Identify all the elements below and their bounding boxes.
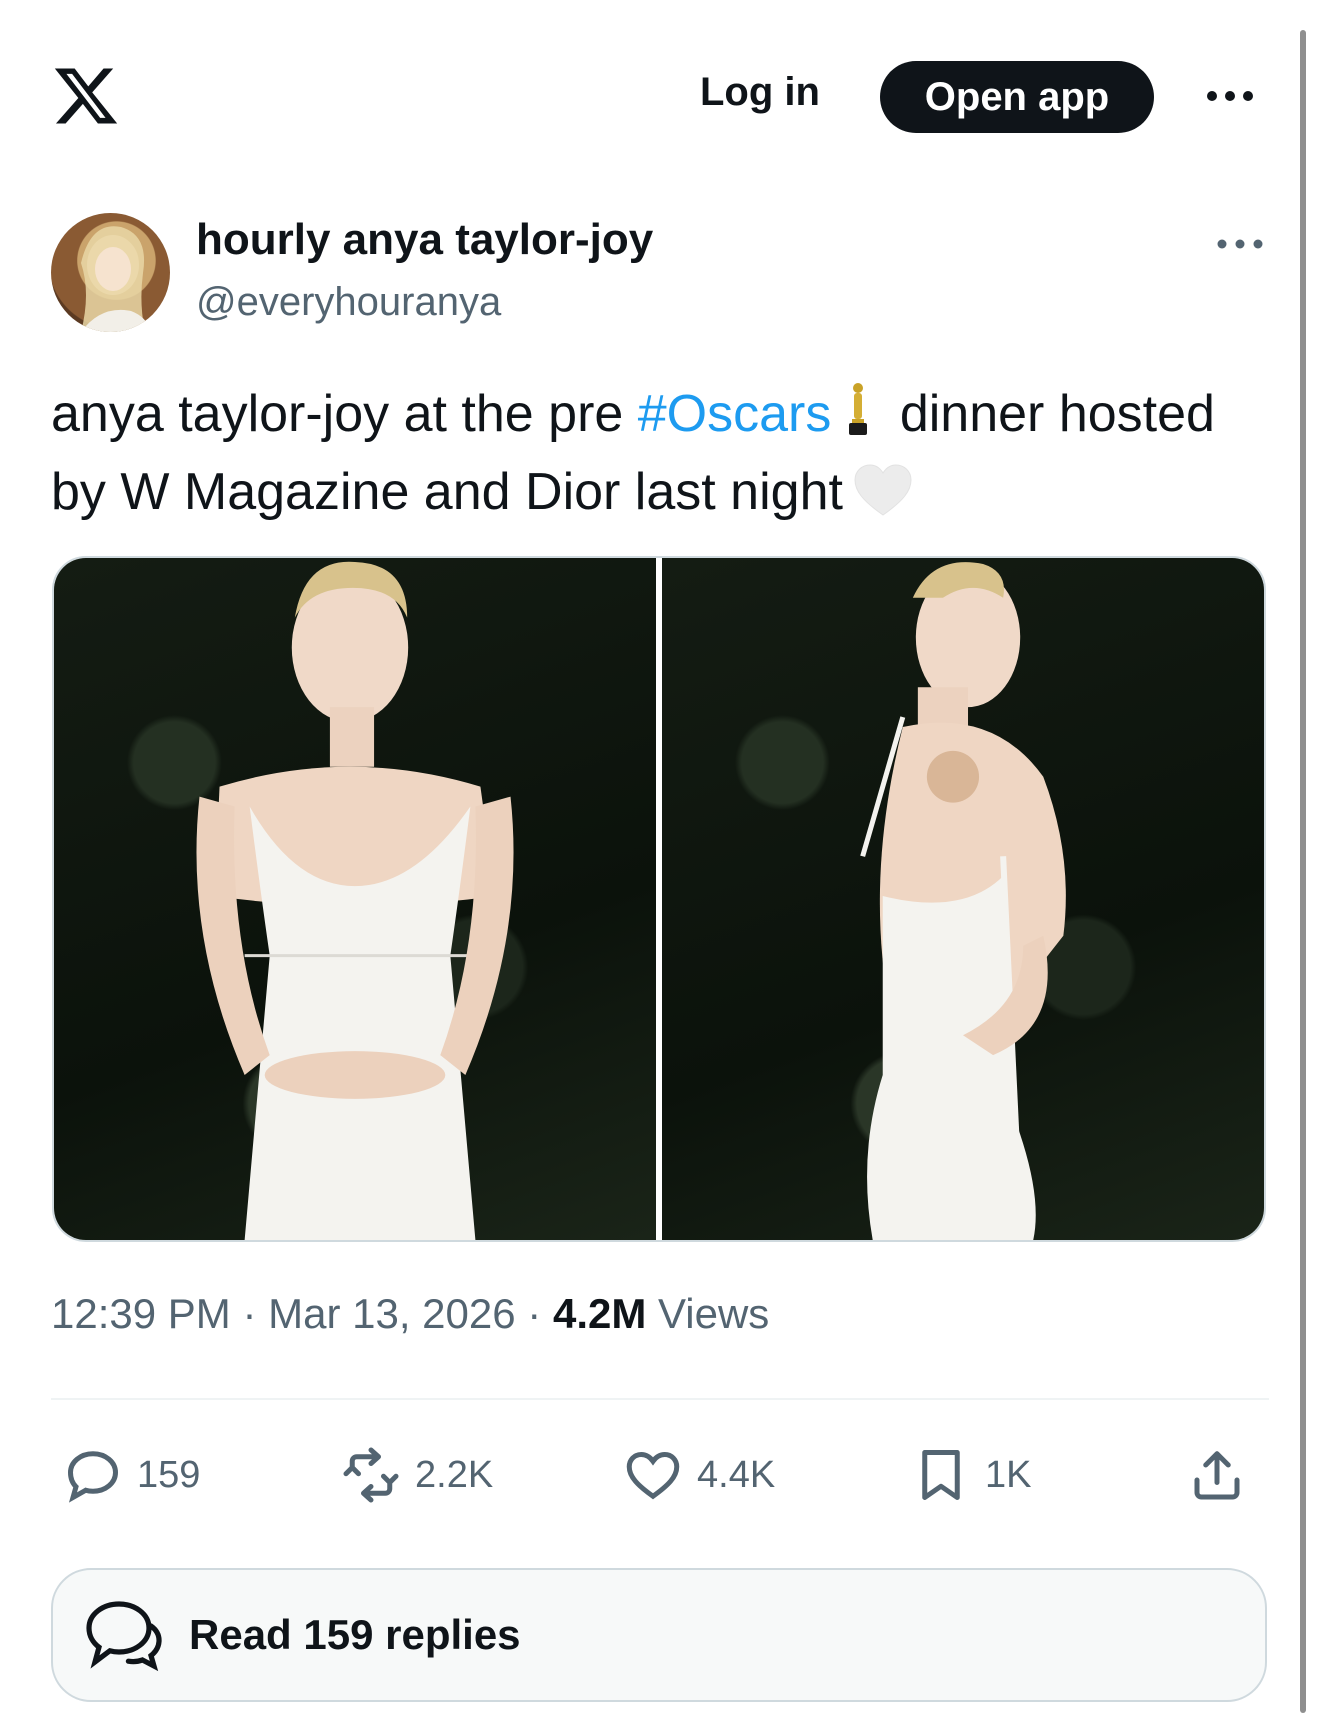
- tweet-meta: 12:39 PM · Mar 13, 2026 · 4.2M Views: [51, 1290, 769, 1338]
- repost-count: 2.2K: [415, 1453, 494, 1496]
- like-button[interactable]: 4.4K: [623, 1440, 775, 1510]
- oscar-statuette-icon: [843, 381, 873, 456]
- meta-separator-2: ·: [527, 1290, 542, 1337]
- bookmark-button[interactable]: 1K: [911, 1440, 1031, 1510]
- read-replies-button[interactable]: Read 159 replies: [51, 1568, 1267, 1702]
- action-bar: 159 2.2K 4.4K 1K: [51, 1440, 1269, 1510]
- author-handle[interactable]: @everyhouranya: [196, 280, 501, 325]
- more-horizontal-icon[interactable]: [1205, 84, 1255, 108]
- reply-button[interactable]: 159: [63, 1440, 200, 1510]
- bookmark-count: 1K: [985, 1453, 1032, 1496]
- photo-1[interactable]: [54, 558, 656, 1240]
- media-grid: [52, 556, 1266, 1242]
- avatar[interactable]: [51, 213, 170, 332]
- open-app-button[interactable]: Open app: [880, 61, 1154, 133]
- views-label: Views: [658, 1290, 770, 1337]
- tweet-time[interactable]: 12:39 PM: [51, 1290, 231, 1337]
- photo-2-image: [860, 562, 1066, 1240]
- repost-button[interactable]: 2.2K: [341, 1440, 493, 1510]
- scrollbar[interactable]: [1300, 30, 1306, 1713]
- like-count: 4.4K: [697, 1453, 776, 1496]
- share-button[interactable]: [1187, 1440, 1247, 1510]
- reply-icon: [67, 1451, 119, 1503]
- top-bar: Log in Open app: [0, 0, 1320, 200]
- repost-icon: [343, 1447, 399, 1503]
- photo-2[interactable]: [662, 558, 1264, 1240]
- meta-separator: ·: [242, 1290, 257, 1337]
- heart-icon: [626, 1451, 680, 1500]
- avatar-image: [81, 226, 151, 332]
- divider: [51, 1398, 1269, 1400]
- tweet-text-before: anya taylor-joy at the pre: [51, 385, 638, 443]
- author-display-name[interactable]: hourly anya taylor-joy: [196, 215, 653, 265]
- share-icon: [1194, 1451, 1240, 1500]
- tweet-more-icon[interactable]: [1215, 232, 1265, 256]
- photo-1-image: [196, 561, 514, 1240]
- tweet-text: anya taylor-joy at the pre #Oscars dinne…: [51, 378, 1271, 538]
- replies-bubble-icon: [86, 1601, 162, 1672]
- x-logo-icon[interactable]: [52, 62, 120, 130]
- bookmark-icon: [922, 1450, 960, 1500]
- hashtag-link[interactable]: #Oscars: [638, 385, 832, 443]
- login-link[interactable]: Log in: [700, 70, 820, 115]
- views-count: 4.2M: [552, 1290, 647, 1337]
- white-heart-icon: [853, 463, 913, 538]
- reply-count: 159: [137, 1453, 201, 1496]
- read-replies-label: Read 159 replies: [189, 1611, 521, 1658]
- tweet-date[interactable]: Mar 13, 2026: [268, 1290, 516, 1337]
